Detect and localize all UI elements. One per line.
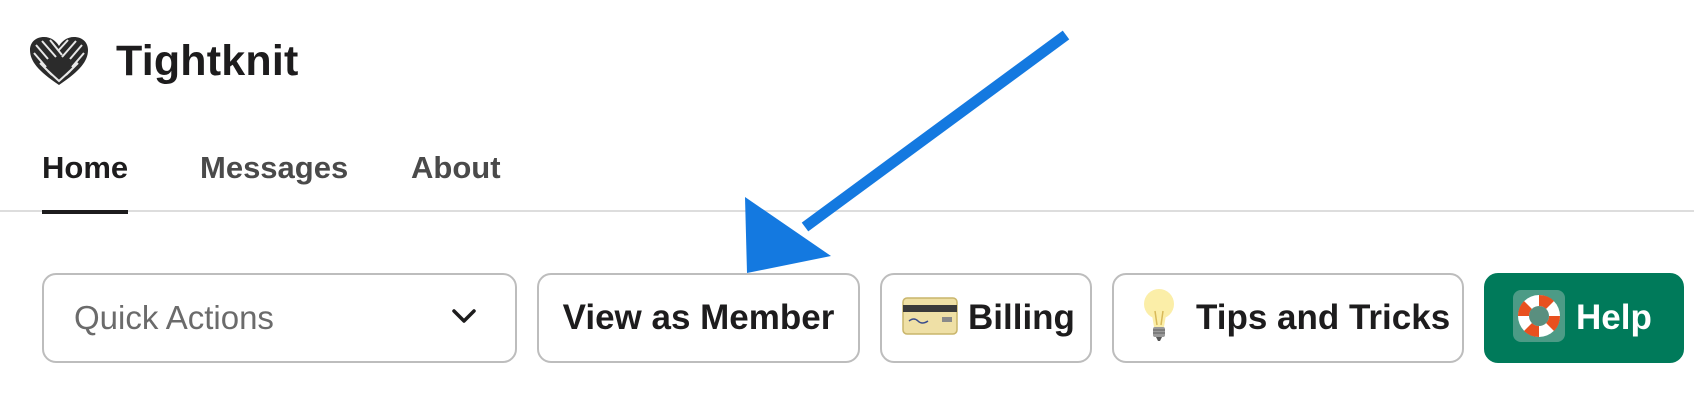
lightbulb-icon [1142,287,1176,350]
quick-actions-dropdown[interactable]: Quick Actions [42,273,517,363]
help-button[interactable]: Help [1484,273,1684,363]
tab-about[interactable]: About [411,150,501,212]
billing-button[interactable]: Billing [880,273,1092,363]
credit-card-icon [902,296,958,340]
tab-bar: Home Messages About [0,140,1694,214]
app-title: Tightknit [116,36,299,85]
tab-home[interactable]: Home [42,150,129,214]
knit-heart-icon [28,34,90,88]
view-as-member-label: View as Member [562,298,835,337]
chevron-down-icon [451,307,477,330]
lifebuoy-icon [1512,289,1566,348]
tips-and-tricks-label: Tips and Tricks [1196,298,1451,337]
view-as-member-button[interactable]: View as Member [537,273,860,363]
action-toolbar: Quick Actions View as Member Billing Tip… [0,273,1694,363]
app-header: Tightknit [28,30,299,92]
tab-messages[interactable]: Messages [200,150,348,212]
tips-and-tricks-button[interactable]: Tips and Tricks [1112,273,1464,363]
billing-label: Billing [968,298,1075,337]
help-label: Help [1576,298,1652,337]
quick-actions-label: Quick Actions [74,299,274,336]
